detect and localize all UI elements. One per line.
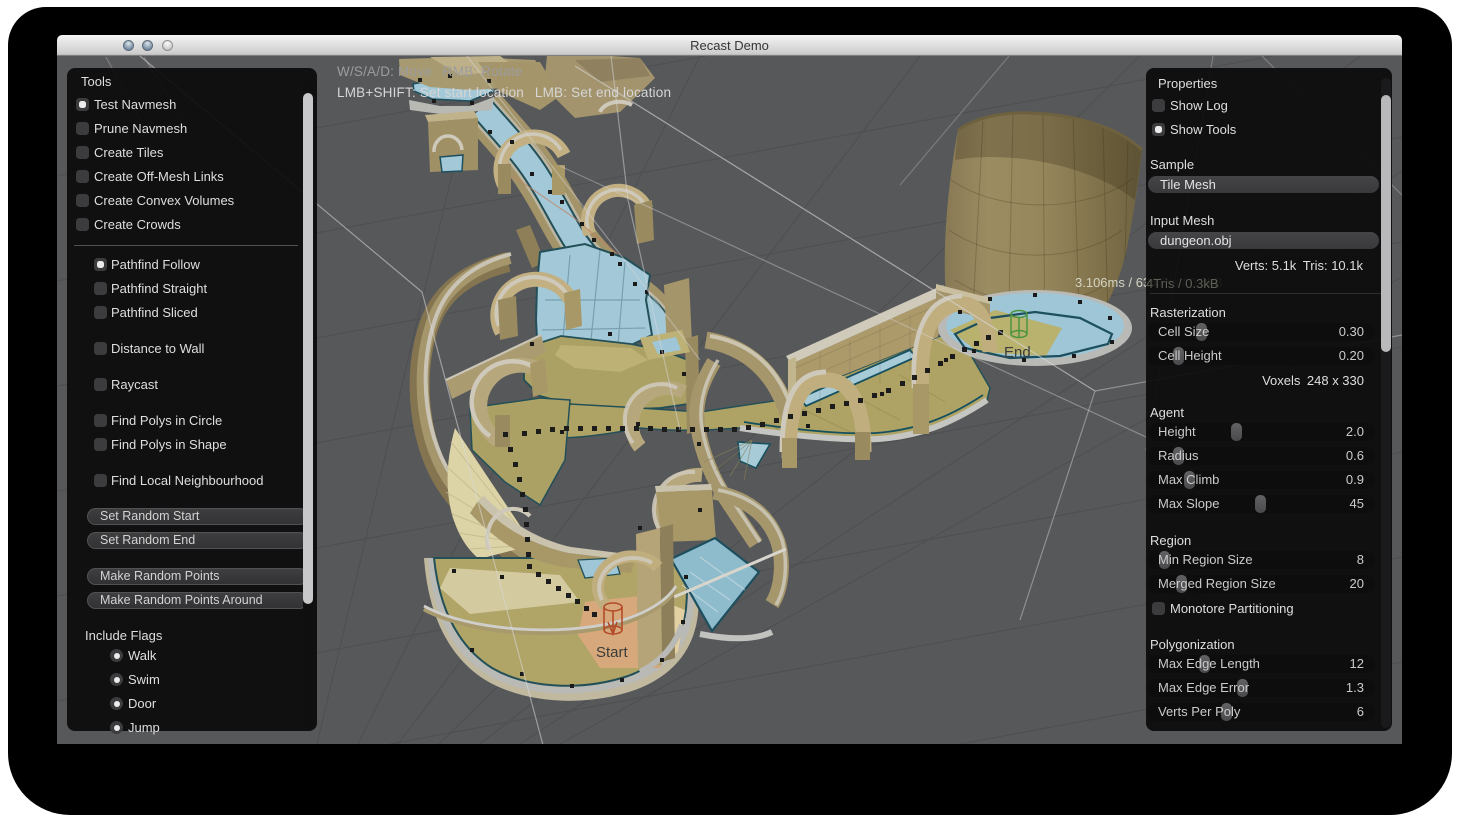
svg-text:End: End xyxy=(1004,344,1031,361)
svg-text:Start: Start xyxy=(596,644,629,661)
